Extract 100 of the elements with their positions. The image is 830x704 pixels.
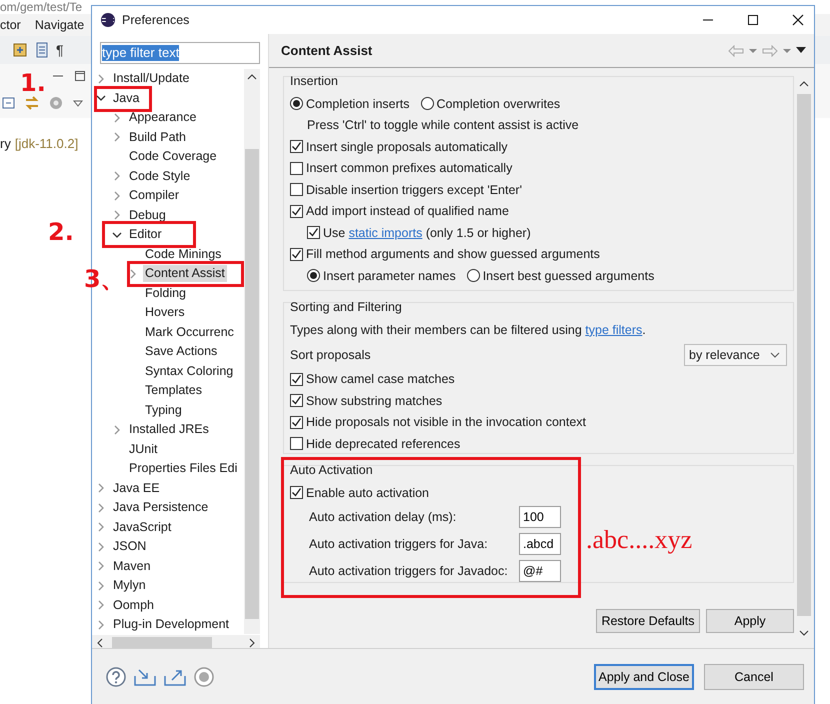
help-icon[interactable] <box>106 666 126 686</box>
tree-item[interactable]: Content Assist <box>143 265 227 282</box>
tree-item[interactable]: Templates <box>143 382 204 400</box>
checkbox[interactable] <box>290 486 303 500</box>
tree-item[interactable]: Folding <box>143 284 188 302</box>
tree-item[interactable]: Editor <box>127 226 164 244</box>
checkbox[interactable] <box>290 162 303 175</box>
tree-item[interactable]: Hovers <box>143 304 187 322</box>
menu-item[interactable]: ctor <box>0 18 21 32</box>
tree-item[interactable]: Install/Update <box>111 70 192 88</box>
button[interactable]: Cancel <box>704 664 804 690</box>
collapsed-chevron-icon[interactable] <box>96 521 106 534</box>
tree-item[interactable]: JUnit <box>127 440 160 458</box>
radio-button[interactable] <box>420 97 434 110</box>
dropdown-arrow-icon[interactable] <box>749 48 757 54</box>
collapsed-chevron-icon[interactable] <box>128 268 138 280</box>
tree-item[interactable]: Mark Occurrenc <box>143 324 236 341</box>
tree-item[interactable]: Code Coverage <box>127 148 219 166</box>
pilcrow-button[interactable]: ¶ <box>56 42 64 58</box>
link-arrows-icon[interactable] <box>24 95 40 111</box>
tree-item[interactable]: Typing <box>143 402 184 419</box>
collapsed-chevron-icon[interactable] <box>96 502 106 514</box>
horizontal-scrollbar[interactable] <box>92 634 260 650</box>
option-label[interactable]: Insert parameter names <box>323 268 456 283</box>
dropdown-arrow-icon[interactable] <box>783 48 791 54</box>
checkbox[interactable] <box>290 372 303 386</box>
vertical-scrollbar[interactable] <box>244 69 260 634</box>
menu-item[interactable]: Navigate <box>34 18 84 32</box>
link[interactable]: type filters <box>585 322 642 337</box>
toolbar-icon[interactable] <box>12 42 28 58</box>
tree-item[interactable]: Save Actions <box>143 343 220 360</box>
collapsed-chevron-icon[interactable] <box>96 72 106 85</box>
radio-button[interactable] <box>466 269 480 282</box>
collapsed-chevron-icon[interactable] <box>96 618 106 631</box>
record-icon[interactable] <box>194 666 214 686</box>
button[interactable]: Restore Defaults <box>596 609 700 633</box>
tree-item[interactable]: JavaScript <box>111 518 174 536</box>
tree-item[interactable]: Code Minings <box>143 246 224 263</box>
collapsed-chevron-icon[interactable] <box>112 424 122 436</box>
view-menu-icon[interactable] <box>796 47 806 54</box>
tree-item[interactable]: Debug <box>127 206 168 224</box>
tree-item[interactable]: Properties Files Edi <box>127 460 240 478</box>
checkbox[interactable] <box>290 416 303 429</box>
tree-item[interactable]: Installed JREs <box>127 421 211 438</box>
checkbox[interactable] <box>290 394 303 408</box>
tree-item[interactable]: Mylyn <box>111 577 148 594</box>
maximize-icon[interactable] <box>747 14 759 26</box>
maximize-icon[interactable] <box>74 70 86 82</box>
tree-item[interactable]: Maven <box>111 558 153 575</box>
option-label[interactable]: Show camel case matches <box>306 372 455 386</box>
option-label[interactable]: Use static imports (only 1.5 or higher) <box>323 226 531 240</box>
option-label[interactable]: Completion inserts <box>306 96 410 111</box>
radio-button[interactable] <box>307 269 320 282</box>
button[interactable]: Apply and Close <box>594 664 694 690</box>
filter-field[interactable]: type filter text <box>100 42 260 64</box>
checkbox[interactable] <box>290 437 303 450</box>
option-label[interactable]: Add import instead of qualified name <box>306 204 509 218</box>
collapsed-chevron-icon[interactable] <box>96 580 106 592</box>
document-icon[interactable] <box>34 42 50 58</box>
tree-item[interactable]: Plug-in Development <box>111 616 232 634</box>
option-label[interactable]: Show substring matches <box>306 394 442 408</box>
input-field[interactable]: .abcd <box>519 533 561 555</box>
collapsed-chevron-icon[interactable] <box>96 560 106 572</box>
sort-dropdown[interactable]: by relevance <box>684 344 787 366</box>
link[interactable]: static imports <box>348 226 422 240</box>
import-icon[interactable] <box>134 668 156 686</box>
option-label[interactable]: Insert single proposals automatically <box>306 140 508 154</box>
tree-item[interactable]: Java Persistence <box>111 499 210 516</box>
input-field[interactable]: 100 <box>519 506 561 528</box>
input-field[interactable]: @# <box>519 560 561 582</box>
collapse-icon[interactable] <box>2 96 16 110</box>
tree-item[interactable]: Oomph <box>111 596 156 614</box>
export-icon[interactable] <box>164 668 186 686</box>
option-label[interactable]: Disable insertion triggers except 'Enter' <box>306 182 522 197</box>
button[interactable]: Apply <box>706 609 794 633</box>
checkbox[interactable] <box>290 248 303 261</box>
option-label[interactable]: Fill method arguments and show guessed arguments <box>306 247 600 262</box>
option-label[interactable]: Enable auto activation <box>306 486 430 500</box>
option-label[interactable]: Insert best guessed arguments <box>482 268 654 283</box>
collapsed-chevron-icon[interactable] <box>96 599 106 612</box>
option-label[interactable]: Completion overwrites <box>436 96 560 111</box>
option-label[interactable]: Hide deprecated references <box>306 436 460 451</box>
tree-item[interactable]: Build Path <box>127 128 188 146</box>
tree-item[interactable]: JSON <box>111 538 148 556</box>
option-label[interactable]: Insert common prefixes automatically <box>306 161 512 176</box>
tree-item[interactable]: Java <box>111 90 142 107</box>
collapsed-chevron-icon[interactable] <box>112 131 122 144</box>
collapsed-chevron-icon[interactable] <box>96 540 106 553</box>
collapsed-chevron-icon[interactable] <box>112 170 122 182</box>
checkbox[interactable] <box>290 183 303 196</box>
collapsed-chevron-icon[interactable] <box>112 209 122 222</box>
tree-item[interactable]: Compiler <box>127 187 182 204</box>
collapsed-chevron-icon[interactable] <box>112 112 122 124</box>
close-icon[interactable] <box>792 14 804 26</box>
checkbox[interactable] <box>290 204 303 218</box>
collapsed-chevron-icon[interactable] <box>112 190 122 202</box>
checkbox[interactable] <box>307 226 320 240</box>
tree-item[interactable]: Appearance <box>127 109 198 126</box>
radio-button[interactable] <box>290 97 303 110</box>
tree-item[interactable]: Syntax Coloring <box>143 362 236 380</box>
